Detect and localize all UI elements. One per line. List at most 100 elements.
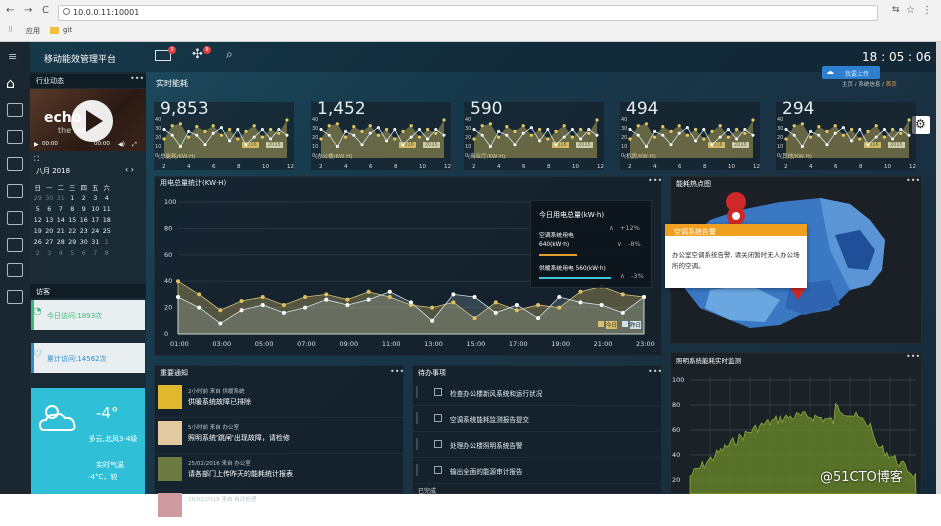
scrollbar[interactable] [936,42,941,494]
grid-icon[interactable] [7,130,23,144]
point-yesterday[interactable] [642,295,646,300]
address-bar[interactable]: 10.0.0.11:10001 [58,5,878,21]
translate-icon[interactable]: ⇆ [892,5,900,15]
calendar-day[interactable]: 16 [78,215,90,226]
point-today[interactable] [578,289,583,294]
point-today[interactable] [239,299,244,303]
point-today[interactable] [430,305,435,310]
layout-icon[interactable] [7,290,23,304]
calendar-day[interactable]: 11 [101,204,113,215]
todo-item[interactable]: 处理办公楼照明系统告警 [412,432,662,458]
todo-item[interactable]: 空调系统能耗监测报告提交 [412,406,662,432]
bookmark-git[interactable]: git [63,26,72,34]
calendar-grid[interactable]: 日一二三四五六 29 30 31 1 2 3 4 5 6 7 8 9 10 11 12 13 14 15 16 17 1… [32,182,113,259]
calendar-day[interactable]: 18 [101,215,113,226]
calendar-day[interactable]: 5 [67,248,79,259]
calendar-day[interactable]: 2 [78,193,90,204]
back-icon[interactable]: ← [6,5,14,16]
bookmark-apps[interactable]: 应用 [26,26,40,36]
calendar-day[interactable]: 8 [67,204,79,215]
point-yesterday[interactable] [536,316,541,321]
monitor-icon[interactable] [7,103,23,117]
heatmap-more-icon[interactable]: ••• [906,176,935,185]
point-today[interactable] [620,292,625,297]
point-yesterday[interactable] [218,321,223,326]
point-today[interactable] [324,292,329,297]
calendar-day[interactable]: 3 [90,193,102,204]
breadcrumb-sysinfo[interactable]: 系统信息 [858,82,880,88]
point-today[interactable] [557,305,562,310]
point-today[interactable] [387,295,392,300]
calendar-day[interactable]: 14 [55,215,67,226]
search-icon[interactable]: ⌕ [226,47,233,62]
point-today[interactable] [472,316,477,321]
todo-item[interactable]: 输出全面的能源审计报告 [412,458,662,484]
point-yesterday[interactable] [366,297,371,302]
calendar-day[interactable]: 19 [32,226,44,237]
calendar-day[interactable]: 20 [44,226,56,237]
calendar-day[interactable]: 28 [55,237,67,248]
calendar-day[interactable]: 4 [101,193,113,204]
calendar-day[interactable]: 12 [32,215,44,226]
calendar-day[interactable]: 23 [78,226,90,237]
calendar-day[interactable]: 22 [67,226,79,237]
point-yesterday[interactable] [345,302,350,307]
point-yesterday[interactable] [493,310,498,315]
todo-checkbox[interactable] [434,414,442,422]
breadcrumb-home[interactable]: 主页 [842,82,853,88]
hamburger-icon[interactable]: ≡ [8,50,17,63]
todo-checkbox[interactable] [434,466,442,474]
alert-icon[interactable]: ✣ [192,47,203,62]
home-icon[interactable]: ⌂ [6,76,15,92]
point-yesterday[interactable] [409,300,413,305]
point-today[interactable] [303,295,308,300]
calendar-day[interactable]: 30 [78,237,90,248]
calendar-day[interactable]: 25 [101,226,113,237]
point-today[interactable] [493,300,498,305]
point-today[interactable] [366,289,371,294]
calendar-day[interactable]: 3 [44,248,56,259]
todo-checkbox[interactable] [434,388,442,396]
point-today[interactable] [451,300,456,305]
video-play-small-icon[interactable]: ▶ [34,141,39,148]
calendar-day[interactable]: 7 [90,248,102,259]
network-icon[interactable] [7,211,23,225]
drag-handle[interactable] [416,386,418,398]
point-today[interactable] [176,279,180,284]
point-yesterday[interactable] [324,297,329,302]
calendar-day[interactable]: 17 [90,215,102,226]
calendar-nav-arrows[interactable]: ‹ › [125,165,134,174]
calendar-day[interactable]: 27 [44,237,56,248]
calendar-day[interactable]: 21 [55,226,67,237]
point-yesterday[interactable] [303,305,308,310]
drag-handle[interactable] [416,412,418,424]
notice-item[interactable]: 5小时前 来自 办公室 照明系统'跳闸'出现故障，请检修 [154,418,404,454]
calendar-day[interactable]: 29 [67,237,79,248]
todo-item[interactable]: 检查办公楼新风系统和运行状况 [412,380,662,406]
notice-item[interactable]: 26/02/2016 来自 自动处理 [154,490,404,526]
calendar-day[interactable]: 9 [78,204,90,215]
reload-icon[interactable]: C [42,5,49,16]
calendar-day[interactable]: 13 [44,215,56,226]
calendar-day[interactable]: 26 [32,237,44,248]
todo-checkbox[interactable] [434,440,442,448]
calendar-day[interactable]: 1 [67,193,79,204]
calendar-expand-icon[interactable]: ⛶ [34,155,39,164]
calendar-day[interactable]: 31 [55,193,67,204]
point-yesterday[interactable] [387,289,392,294]
forward-icon[interactable]: → [24,5,32,16]
point-yesterday[interactable] [176,295,180,300]
star-icon[interactable]: ☆ [906,5,915,16]
menu-icon[interactable]: ⋮ [922,5,932,16]
point-yesterday[interactable] [430,318,435,323]
point-yesterday[interactable] [197,305,202,310]
point-today[interactable] [281,302,286,307]
point-today[interactable] [345,297,350,302]
calendar-day[interactable]: 6 [44,204,56,215]
calendar-nav-icon[interactable] [7,263,23,277]
point-today[interactable] [514,308,519,313]
point-yesterday[interactable] [514,302,519,307]
fullscreen-icon[interactable]: ⤢ [132,141,137,149]
point-yesterday[interactable] [557,295,562,300]
point-today[interactable] [218,308,223,313]
